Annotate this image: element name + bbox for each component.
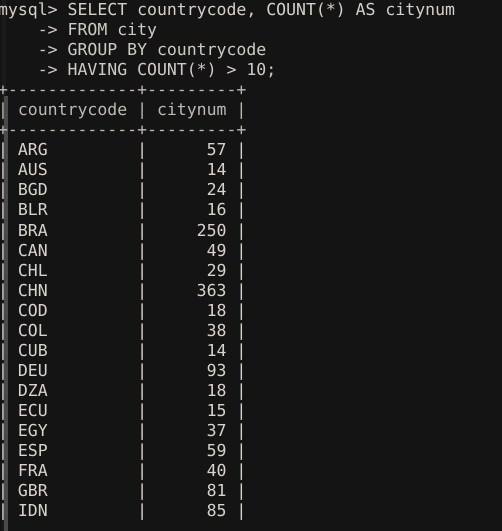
table-header-row: | countrycode | citynum | bbox=[0, 100, 247, 120]
table-row: | CUB | 14 | bbox=[0, 340, 247, 360]
table-row: | DEU | 93 | bbox=[0, 360, 247, 380]
terminal-output: mysql> SELECT countrycode, COUNT(*) AS c… bbox=[0, 0, 502, 521]
table-row: | ESP | 59 | bbox=[0, 441, 247, 461]
table-row: | GBR | 81 | bbox=[0, 481, 247, 501]
table-row: | BRA | 250 | bbox=[0, 220, 247, 240]
table-row: | BLR | 16 | bbox=[0, 200, 247, 220]
query-line-prompt: mysql> SELECT countrycode, COUNT(*) AS c… bbox=[0, 0, 455, 19]
table-row: | DZA | 18 | bbox=[0, 380, 247, 400]
table-separator-top: +-------------+---------+ bbox=[0, 80, 247, 100]
table-row: | COD | 18 | bbox=[0, 300, 247, 320]
table-row: | EGY | 37 | bbox=[0, 420, 247, 440]
terminal-window[interactable]: mysql> SELECT countrycode, COUNT(*) AS c… bbox=[0, 0, 502, 531]
table-row: | FRA | 40 | bbox=[0, 461, 247, 481]
table-row: | IDN | 85 | bbox=[0, 501, 247, 521]
table-row: | CAN | 49 | bbox=[0, 240, 247, 260]
table-row: | BGD | 24 | bbox=[0, 180, 247, 200]
table-separator-header: +-------------+---------+ bbox=[0, 120, 247, 140]
query-line-continuation: -> GROUP BY countrycode bbox=[0, 40, 267, 60]
table-row: | ECU | 15 | bbox=[0, 400, 247, 420]
table-row: | AUS | 14 | bbox=[0, 160, 247, 180]
table-row: | ARG | 57 | bbox=[0, 140, 247, 160]
query-line-continuation: -> FROM city bbox=[0, 20, 157, 40]
query-line-continuation: -> HAVING COUNT(*) > 10; bbox=[0, 60, 277, 80]
table-row: | COL | 38 | bbox=[0, 320, 247, 340]
table-row: | CHN | 363 | bbox=[0, 280, 247, 300]
table-row: | CHL | 29 | bbox=[0, 260, 247, 280]
